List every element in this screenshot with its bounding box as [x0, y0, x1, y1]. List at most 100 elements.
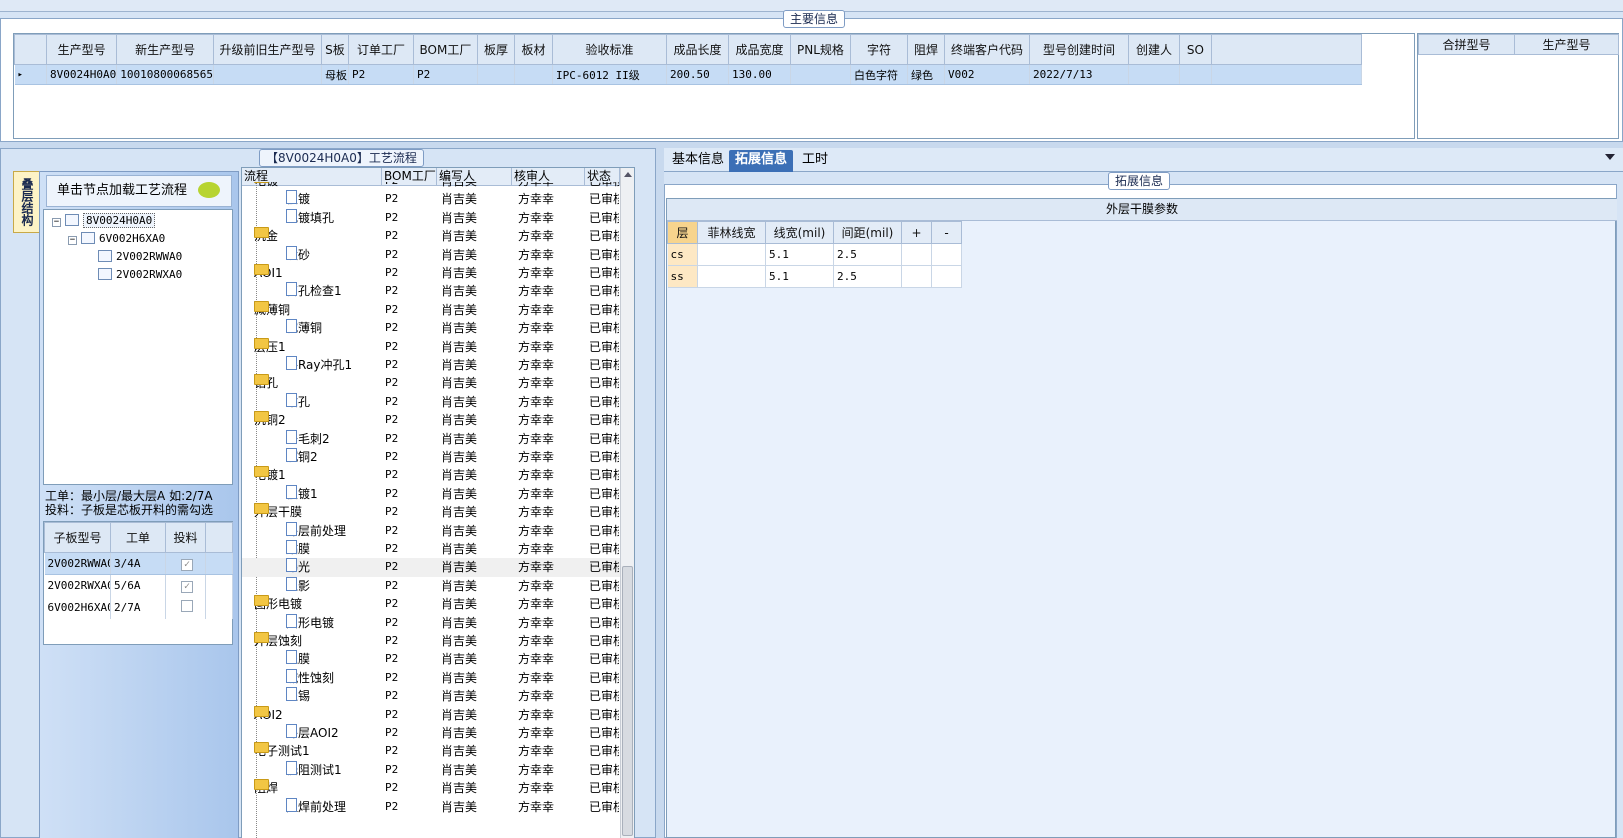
flow-row[interactable]: 外层AOI2 P2 肖吉美 方幸幸 已审核	[242, 724, 620, 743]
column-header[interactable]: 工单	[110, 522, 166, 553]
table-row[interactable]: ▸ 8V0024H0A0 10010800068565 母板 P2 P2 IPC-6012 …	[14, 64, 1362, 85]
flow-row[interactable]: −外层蚀刻 P2 肖吉美 方幸幸 已审核	[242, 632, 620, 651]
column-header[interactable]: 线宽(mil)	[765, 221, 834, 244]
table-cell[interactable]	[697, 243, 766, 266]
flow-grid-body[interactable]: −电镀P2肖吉美方幸幸已审核板镀P2肖吉美方幸幸已审核电镀填孔P2肖吉美方幸幸已…	[242, 182, 620, 838]
table-cell[interactable]	[901, 243, 932, 266]
flow-row[interactable]: 板镀1 P2 肖吉美 方幸幸 已审核	[242, 484, 620, 504]
flow-step[interactable]: −图形电镀	[254, 595, 302, 613]
table-row[interactable]: 6V002H6XA0 2/7A	[44, 596, 233, 619]
flow-step[interactable]: 退膜	[286, 650, 310, 668]
sub-board-order[interactable]: 2/7A	[110, 596, 166, 619]
flow-row[interactable]: 沉铜2 P2 肖吉美 方幸幸 已审核	[242, 448, 620, 467]
table-cell[interactable]: 5.1	[765, 243, 834, 266]
flow-step[interactable]: −沉铜2	[254, 411, 286, 429]
table-cell[interactable]: 200.50	[666, 64, 729, 85]
table-cell[interactable]: V002	[944, 64, 1030, 85]
table-cell[interactable]: 2.5	[833, 243, 902, 266]
sub-board-model[interactable]: 2V002RWXA0	[44, 574, 111, 597]
column-header[interactable]: 子板型号	[44, 522, 111, 553]
flow-row[interactable]: −钻孔 P2 肖吉美 方幸幸 已审核	[242, 374, 620, 393]
table-cell[interactable]: 8V0024H0A0	[46, 64, 118, 85]
flow-row[interactable]: 电镀填孔 P2 肖吉美 方幸幸 已审核	[242, 208, 620, 228]
flow-row[interactable]: −沉金 P2 肖吉美 方幸幸 已审核	[242, 227, 620, 246]
flow-step[interactable]: −减薄铜	[254, 300, 290, 319]
flow-row[interactable]: −层压1 P2 肖吉美 方幸幸 已审核	[242, 337, 620, 357]
feed-cell[interactable]: ✓	[165, 552, 206, 575]
flow-step[interactable]: −层压1	[254, 337, 286, 356]
column-header[interactable]: 字符	[849, 34, 908, 65]
flow-step[interactable]: −电镀1	[254, 466, 286, 484]
sub-board-order[interactable]: 3/4A	[110, 552, 166, 575]
column-header[interactable]: 型号创建时间	[1028, 34, 1129, 65]
column-header[interactable]: 间距(mil)	[833, 221, 902, 244]
table-cell[interactable]: 130.00	[728, 64, 791, 85]
column-header[interactable]: 验收标准	[551, 34, 667, 65]
collapse-icon[interactable]: −	[68, 236, 77, 245]
table-cell[interactable]: 5.1	[765, 265, 834, 288]
flow-step[interactable]: X-Ray冲孔1	[286, 356, 352, 374]
flow-step[interactable]: 外层前处理	[286, 521, 346, 540]
flow-row[interactable]: 去毛刺2 P2 肖吉美 方幸幸 已审核	[242, 429, 620, 449]
flow-step[interactable]: 电镀填孔	[286, 208, 334, 227]
table-cell[interactable]: P2	[413, 64, 478, 85]
collapse-icon[interactable]: −	[52, 218, 61, 227]
flow-row[interactable]: 喷砂 P2 肖吉美 方幸幸 已审核	[242, 245, 620, 265]
sub-board-model[interactable]: 6V002H6XA0	[44, 596, 111, 619]
column-header[interactable]: 合拼型号	[1418, 34, 1515, 55]
flow-row[interactable]: 碱性蚀刻 P2 肖吉美 方幸幸 已审核	[242, 668, 620, 688]
column-header[interactable]: SO	[1178, 34, 1212, 65]
column-header[interactable]: 生产型号	[1514, 34, 1619, 55]
table-cell[interactable]	[931, 243, 962, 266]
table-cell[interactable]: 10010800068565	[116, 64, 214, 85]
feed-cell[interactable]: ✓	[165, 574, 206, 597]
flow-step[interactable]: −电子测试1	[254, 742, 310, 760]
column-header[interactable]: 成品宽度	[727, 34, 791, 65]
flow-row[interactable]: −阻焊 P2 肖吉美 方幸幸 已审核	[242, 779, 620, 798]
flow-step[interactable]: 图形电镀	[286, 613, 334, 632]
flow-step[interactable]: −阻焊	[254, 779, 278, 797]
flow-row[interactable]: 低阻测试1 P2 肖吉美 方幸幸 已审核	[242, 760, 620, 780]
table-cell[interactable]	[901, 265, 932, 288]
column-header[interactable]: 板材	[513, 34, 553, 65]
flow-row[interactable]: 曝光 P2 肖吉美 方幸幸 已审核	[242, 558, 620, 577]
column-header[interactable]: 生产型号	[45, 34, 118, 65]
sub-board-order[interactable]: 5/6A	[110, 574, 166, 597]
column-header[interactable]: 终端客户代码	[943, 34, 1030, 65]
table-cell[interactable]: 白色字符	[850, 64, 908, 85]
column-header[interactable]: 层	[667, 221, 698, 244]
flow-step[interactable]: 贴膜	[286, 540, 310, 558]
tree-node[interactable]: −8V0024H0A0	[52, 213, 156, 228]
flow-row[interactable]: 退锡 P2 肖吉美 方幸幸 已审核	[242, 687, 620, 706]
table-cell[interactable]	[514, 64, 553, 85]
flow-row[interactable]: −沉铜2 P2 肖吉美 方幸幸 已审核	[242, 411, 620, 430]
scroll-up-icon[interactable]	[624, 172, 632, 177]
flow-row[interactable]: 阻焊前处理 P2 肖吉美 方幸幸 已审核	[242, 797, 620, 817]
flow-row[interactable]: 显影 P2 肖吉美 方幸幸 已审核	[242, 576, 620, 596]
table-cell[interactable]: 2022/7/13	[1029, 64, 1129, 85]
flow-step[interactable]: 减薄铜	[286, 319, 322, 337]
column-header[interactable]: S板	[320, 34, 349, 65]
flow-row[interactable]: 退膜 P2 肖吉美 方幸幸 已审核	[242, 650, 620, 669]
flow-row[interactable]: 钻孔 P2 肖吉美 方幸幸 已审核	[242, 392, 620, 412]
column-header[interactable]: +	[901, 221, 932, 244]
flow-row[interactable]: 图形电镀 P2 肖吉美 方幸幸 已审核	[242, 613, 620, 633]
table-row[interactable]: 2V002RWXA0 5/6A ✓	[44, 574, 233, 597]
flow-step[interactable]: 沉铜2	[286, 448, 318, 466]
column-header[interactable]: -	[931, 221, 962, 244]
flow-row[interactable]: −AOI1 P2 肖吉美 方幸幸 已审核	[242, 264, 620, 283]
feed-checkbox[interactable]: ✓	[181, 558, 193, 571]
column-header[interactable]: 创建人	[1127, 34, 1180, 65]
column-header[interactable]: 投料	[165, 522, 206, 553]
column-header[interactable]: 新生产型号	[116, 34, 214, 65]
flow-step[interactable]: −电镀	[254, 182, 278, 190]
flow-step[interactable]: −AOI2	[254, 705, 283, 724]
column-header[interactable]: 订单工厂	[347, 34, 414, 65]
table-cell[interactable]	[790, 64, 851, 85]
vertical-splitter[interactable]	[656, 148, 664, 838]
flow-row[interactable]: X-Ray冲孔1 P2 肖吉美 方幸幸 已审核	[242, 356, 620, 375]
flow-step[interactable]: 去毛刺2	[286, 429, 330, 448]
table-cell[interactable]	[213, 64, 322, 85]
flow-step[interactable]: 盲孔检查1	[286, 282, 342, 300]
table-cell[interactable]	[477, 64, 515, 85]
